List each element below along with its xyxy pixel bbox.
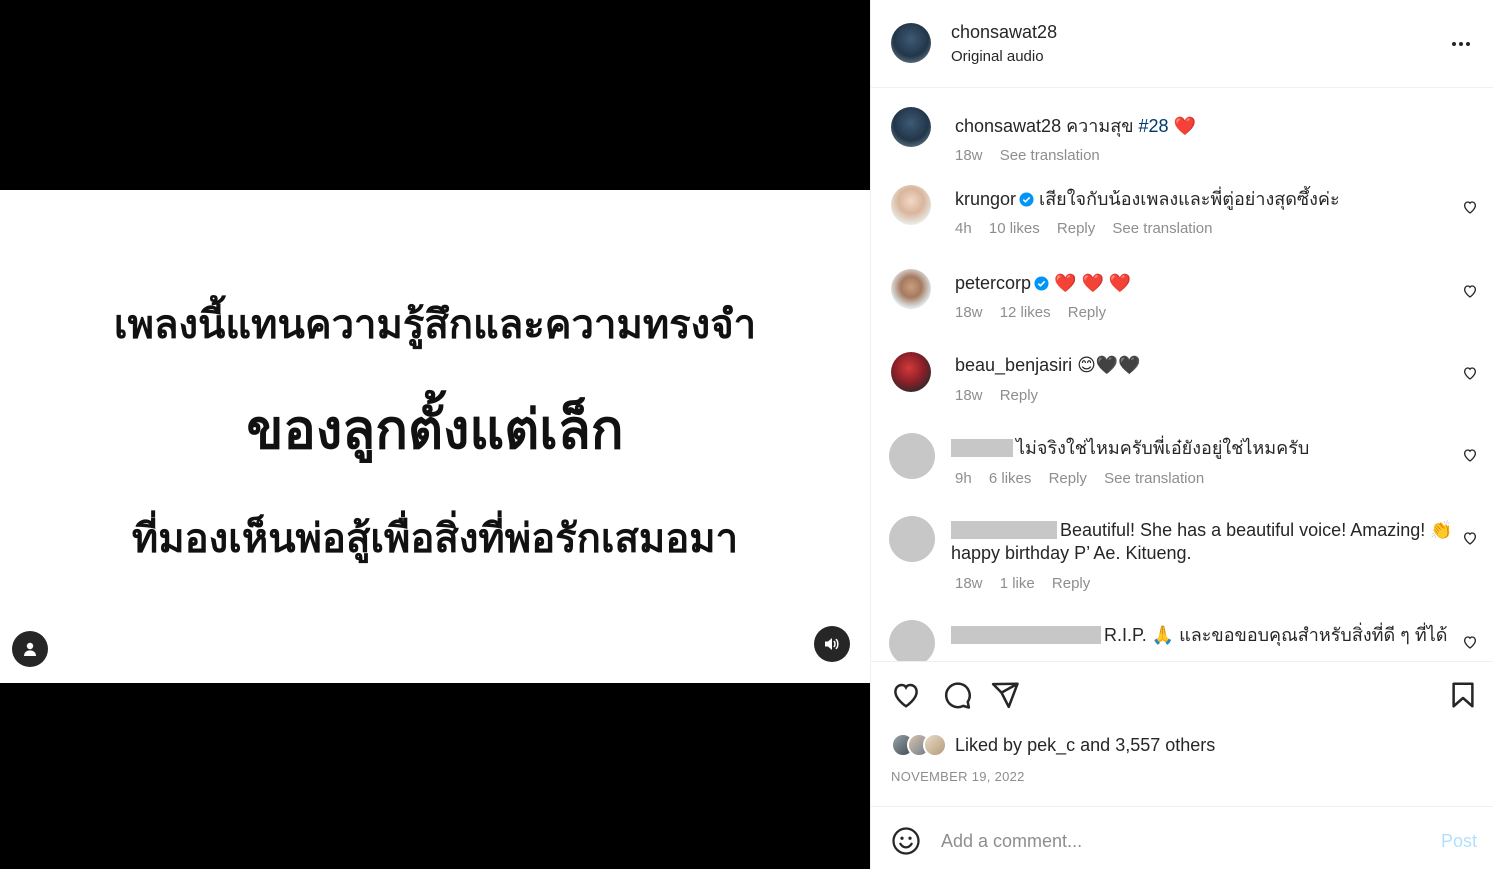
media-panel: เพลงนี้แทนความรู้สึกและความทรงจำ ของลูกต… — [0, 0, 870, 869]
comment-text: ไม่จริงใช่ไหมครับพี่เอ๋ยังอยู่ใช่ไหมครับ — [1016, 438, 1310, 458]
liker-avatar[interactable] — [923, 733, 947, 757]
see-translation-link[interactable]: See translation — [1112, 220, 1212, 237]
audio-link[interactable]: Original audio — [951, 48, 1044, 65]
emoji-picker-icon[interactable] — [891, 826, 921, 856]
redacted-username — [951, 439, 1013, 457]
caption-time[interactable]: 18w — [955, 147, 983, 164]
more-options-icon[interactable] — [1449, 32, 1473, 56]
comment-time[interactable]: 4h — [955, 220, 972, 237]
mute-toggle-button[interactable] — [814, 626, 850, 662]
like-comment-heart-icon[interactable] — [1462, 283, 1478, 299]
see-translation-link[interactable]: See translation — [1000, 147, 1100, 164]
comment-bubble-icon[interactable] — [942, 680, 972, 710]
liked-by-row: Liked by pek_c and 3,557 others — [891, 731, 1215, 759]
comments-list[interactable]: chonsawat28 ความสุข #28 ❤️ 18w See trans… — [871, 89, 1493, 661]
comment-text: เสียใจกับน้องเพลงและพี่ตู่อย่างสุดซึ้งค่… — [1039, 189, 1340, 209]
share-paper-plane-icon[interactable] — [990, 680, 1020, 710]
actions-divider — [871, 661, 1493, 662]
reply-button[interactable]: Reply — [1052, 575, 1090, 592]
comment-username[interactable]: petercorp — [955, 273, 1031, 293]
comment-likes[interactable]: 12 likes — [1000, 304, 1051, 321]
post-header: chonsawat28 Original audio — [871, 0, 1493, 88]
media-text-line-3: ที่มองเห็นพ่อสู้เพื่อสิ่งที่พ่อรักเสมอมา — [131, 515, 739, 562]
liked-by-and: and — [1080, 734, 1111, 755]
caption-username[interactable]: chonsawat28 — [955, 116, 1061, 136]
owner-avatar[interactable] — [891, 23, 931, 63]
comment-text: ❤️ ❤️ ❤️ — [1054, 273, 1132, 293]
comment-likes[interactable]: 6 likes — [989, 470, 1032, 487]
comment-text: 😊🖤🖤 — [1077, 355, 1141, 375]
video-frame[interactable]: เพลงนี้แทนความรู้สึกและความทรงจำ ของลูกต… — [0, 190, 870, 683]
like-comment-heart-icon[interactable] — [1462, 634, 1478, 650]
commenter-avatar[interactable] — [889, 433, 935, 479]
redacted-username — [951, 521, 1057, 539]
reply-button[interactable]: Reply — [1000, 387, 1038, 404]
liked-by-prefix: Liked by — [955, 734, 1023, 755]
commenter-avatar[interactable] — [891, 352, 931, 392]
owner-username[interactable]: chonsawat28 — [951, 22, 1057, 43]
like-comment-heart-icon[interactable] — [1462, 530, 1478, 546]
like-comment-heart-icon[interactable] — [1462, 365, 1478, 381]
comment-time[interactable]: 18w — [955, 387, 983, 404]
comment-time[interactable]: 18w — [955, 575, 983, 592]
liked-by-others[interactable]: 3,557 others — [1115, 735, 1215, 755]
comment-input[interactable] — [941, 825, 1421, 857]
commenter-avatar[interactable] — [889, 516, 935, 562]
commenter-avatar[interactable] — [891, 269, 931, 309]
comment-username[interactable]: krungor — [955, 189, 1016, 209]
like-heart-icon[interactable] — [891, 680, 921, 710]
instagram-post-view: เพลงนี้แทนความรู้สึกและความทรงจำ ของลูกต… — [0, 0, 1493, 869]
comment-time[interactable]: 18w — [955, 304, 983, 321]
like-comment-heart-icon[interactable] — [1462, 199, 1478, 215]
post-date[interactable]: NOVEMBER 19, 2022 — [891, 769, 1025, 784]
save-bookmark-icon[interactable] — [1448, 680, 1478, 710]
reply-button[interactable]: Reply — [1057, 220, 1095, 237]
post-comment-button[interactable]: Post — [1441, 831, 1477, 852]
caption-avatar[interactable] — [891, 107, 931, 147]
comment-likes[interactable]: 10 likes — [989, 220, 1040, 237]
tagged-users-button[interactable] — [12, 631, 48, 667]
comment-time[interactable]: 9h — [955, 470, 972, 487]
reply-button[interactable]: Reply — [1068, 304, 1106, 321]
redacted-username — [951, 626, 1101, 644]
reply-button[interactable]: Reply — [1049, 470, 1087, 487]
heart-emoji: ❤️ — [1173, 116, 1197, 136]
comment-username[interactable]: beau_benjasiri — [955, 355, 1072, 375]
commenter-avatar[interactable] — [889, 620, 935, 661]
caption-hashtag[interactable]: #28 — [1139, 116, 1169, 136]
commenter-avatar[interactable] — [891, 185, 931, 225]
media-text-line-2: ของลูกตั้งแต่เล็ก — [246, 397, 624, 461]
verified-badge-icon — [1019, 192, 1034, 207]
comment-likes[interactable]: 1 like — [1000, 575, 1035, 592]
liked-by-user[interactable]: pek_c — [1027, 735, 1075, 755]
verified-badge-icon — [1034, 276, 1049, 291]
user-icon — [24, 642, 36, 656]
caption-text: ความสุข — [1066, 116, 1134, 136]
comment-text: R.I.P. 🙏 และขอขอบคุณสำหรับสิ่งที่ดี ๆ ที… — [1104, 625, 1448, 645]
like-comment-heart-icon[interactable] — [1462, 447, 1478, 463]
speaker-icon — [825, 638, 839, 650]
see-translation-link[interactable]: See translation — [1104, 470, 1204, 487]
add-comment-bar: Post — [871, 806, 1493, 869]
post-details-panel: chonsawat28 Original audio chonsawat28 ค… — [870, 0, 1493, 869]
post-actions-bar — [871, 676, 1493, 716]
media-text-line-1: เพลงนี้แทนความรู้สึกและความทรงจำ — [113, 301, 757, 348]
